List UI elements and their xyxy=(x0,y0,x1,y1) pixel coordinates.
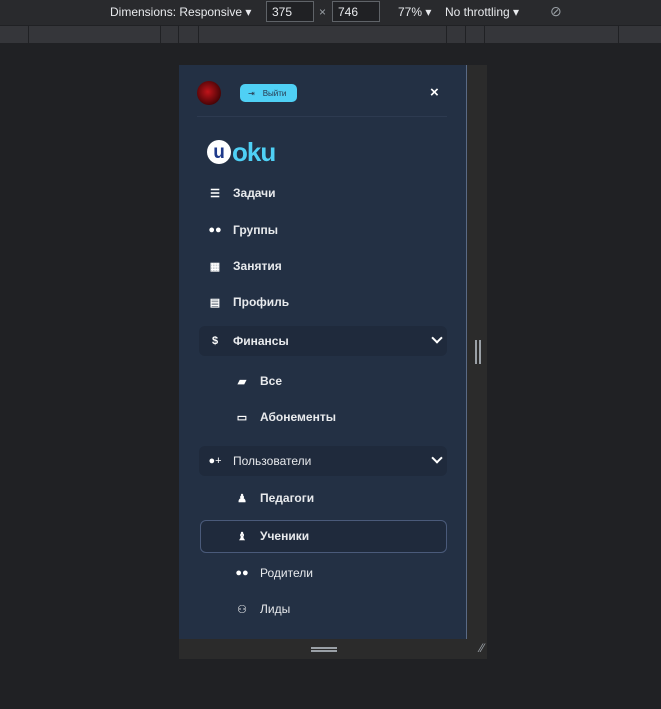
close-button[interactable]: × xyxy=(430,84,439,101)
resize-bar-bottom[interactable]: ⁄⁄ xyxy=(179,639,487,659)
submenu-item-all[interactable]: ▰ Все xyxy=(234,366,282,396)
student-icon: ♝ xyxy=(237,530,247,543)
menu-group-finances-label[interactable]: $ Финансы xyxy=(207,326,289,356)
user-plus-icon: ●+ xyxy=(208,455,222,467)
hand-dollar-icon: $ xyxy=(211,335,219,347)
logo[interactable]: u oku xyxy=(207,139,276,165)
submenu-item-parents[interactable]: ●● Родители xyxy=(234,558,313,588)
submenu-item-subscriptions[interactable]: ▭ Абонементы xyxy=(234,402,336,432)
resize-handle-bottom[interactable] xyxy=(311,647,337,652)
submenu-item-leads[interactable]: ⚇ Лиды xyxy=(234,594,290,624)
menu-item-profile[interactable]: ▤ Профиль xyxy=(207,287,289,317)
rotate-icon[interactable]: ⊘ xyxy=(550,3,562,20)
parents-icon: ●● xyxy=(235,567,249,579)
chevron-down-icon xyxy=(431,452,443,464)
menu-item-lessons[interactable]: ▦ Занятия xyxy=(207,251,282,281)
height-input[interactable] xyxy=(332,1,380,22)
media-query-ruler[interactable] xyxy=(0,25,661,44)
teacher-icon: ♟ xyxy=(237,492,247,505)
resize-handle-right[interactable] xyxy=(475,340,481,364)
times-sign: × xyxy=(319,5,327,19)
dimensions-select[interactable]: Dimensions: Responsive ▾ xyxy=(110,5,251,19)
divider xyxy=(197,116,447,117)
avatar[interactable] xyxy=(197,81,221,105)
submenu-item-teachers[interactable]: ♟ Педагоги xyxy=(234,483,314,513)
sidebar: ⇥ Выйти × u oku ☰ Задачи ●● Группы ▦ Занятия … xyxy=(179,65,467,639)
resize-corner-icon[interactable]: ⁄⁄ xyxy=(480,641,484,655)
menu-group-users-label[interactable]: ●+ Пользователи xyxy=(207,446,311,476)
logout-button[interactable]: ⇥ Выйти xyxy=(240,84,297,102)
wallet-icon: ▰ xyxy=(237,375,247,388)
lead-icon: ⚇ xyxy=(237,603,247,616)
menu-item-groups[interactable]: ●● Группы xyxy=(207,215,278,245)
width-input[interactable] xyxy=(266,1,314,22)
id-card-icon: ▤ xyxy=(209,296,221,309)
throttling-select[interactable]: No throttling ▾ xyxy=(445,5,519,19)
zoom-select[interactable]: 77% ▾ xyxy=(398,5,431,19)
chevron-down-icon xyxy=(431,332,443,344)
tasks-icon: ☰ xyxy=(210,187,220,200)
devtools-toolbar: Dimensions: Responsive ▾ × 77% ▾ No thro… xyxy=(0,0,661,25)
submenu-item-students[interactable]: ♝ Ученики xyxy=(234,521,309,551)
users-icon: ●● xyxy=(208,224,222,236)
credit-card-icon: ▭ xyxy=(236,411,248,424)
logout-icon: ⇥ xyxy=(248,88,255,98)
table-icon: ▦ xyxy=(209,260,221,273)
menu-item-tasks[interactable]: ☰ Задачи xyxy=(207,178,275,208)
